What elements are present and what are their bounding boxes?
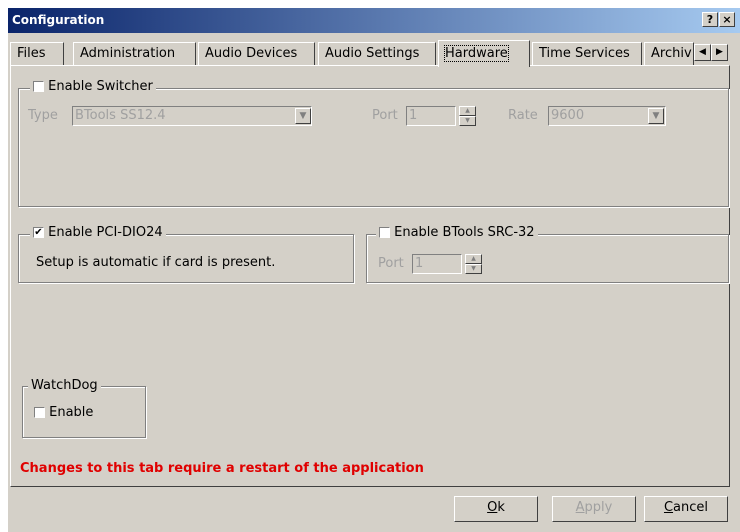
tab-strip: Files Administration Audio Devices Audio… [10, 40, 728, 67]
tab-audio-devices[interactable]: Audio Devices [198, 42, 315, 65]
apply-button[interactable]: Apply [552, 496, 636, 522]
tab-time-services[interactable]: Time Services [532, 42, 642, 65]
watchdog-enable[interactable]: Enable [34, 405, 93, 420]
switcher-type-value: BTools SS12.4 [75, 108, 166, 123]
help-button[interactable]: ? [702, 12, 718, 27]
enable-src32-checkbox[interactable] [379, 227, 390, 238]
enable-pci-checkbox[interactable]: ✔ [33, 227, 44, 238]
enable-switcher-label: Enable Switcher [48, 79, 153, 94]
cancel-button[interactable]: Cancel [644, 496, 728, 522]
tab-files[interactable]: Files [10, 42, 64, 65]
enable-pci-label: Enable PCI-DIO24 [48, 225, 163, 240]
configuration-window: Configuration ? × Files Administration A… [8, 8, 740, 532]
close-button[interactable]: × [719, 12, 735, 27]
pci-note: Setup is automatic if card is present. [36, 255, 276, 270]
src32-port-down-icon[interactable]: ▼ [465, 264, 482, 274]
tab-administration[interactable]: Administration [73, 42, 196, 65]
src32-port-label: Port [378, 256, 404, 271]
switcher-rate-label: Rate [508, 108, 538, 123]
switcher-rate-combo[interactable]: 9600 ▼ [548, 106, 666, 126]
title-bar[interactable]: Configuration ? × [8, 8, 740, 33]
enable-src32-label: Enable BTools SRC-32 [394, 225, 535, 240]
watchdog-enable-checkbox[interactable] [34, 407, 45, 418]
chevron-down-icon[interactable]: ▼ [648, 108, 664, 124]
switcher-port-field[interactable]: 1 [406, 106, 456, 126]
switcher-port-down-icon[interactable]: ▼ [459, 116, 476, 126]
tab-scroll-right-icon[interactable]: ▶ [711, 44, 728, 61]
switcher-legend[interactable]: Enable Switcher [30, 79, 156, 94]
switcher-type-combo[interactable]: BTools SS12.4 ▼ [72, 106, 312, 126]
watchdog-enable-label: Enable [49, 405, 94, 420]
ok-button[interactable]: Ok [454, 496, 538, 522]
pci-legend[interactable]: ✔ Enable PCI-DIO24 [30, 225, 166, 240]
watchdog-title: WatchDog [28, 378, 101, 393]
tab-scroll-left-icon[interactable]: ◀ [694, 44, 711, 61]
switcher-rate-value: 9600 [551, 108, 585, 123]
restart-warning: Changes to this tab require a restart of… [20, 461, 424, 476]
switcher-port-label: Port [372, 108, 398, 123]
enable-switcher-checkbox[interactable] [33, 81, 44, 92]
window-title: Configuration [12, 13, 105, 27]
src32-port-up-icon[interactable]: ▲ [465, 254, 482, 264]
chevron-down-icon[interactable]: ▼ [295, 108, 311, 124]
src32-legend[interactable]: Enable BTools SRC-32 [376, 225, 538, 240]
tab-audio-settings[interactable]: Audio Settings [318, 42, 436, 65]
switcher-port-up-icon[interactable]: ▲ [459, 106, 476, 116]
switcher-type-label: Type [28, 108, 58, 123]
tab-hardware[interactable]: Hardware [438, 40, 530, 67]
tab-archive[interactable]: Archiv [644, 42, 694, 65]
src32-port-field[interactable]: 1 [412, 254, 462, 274]
